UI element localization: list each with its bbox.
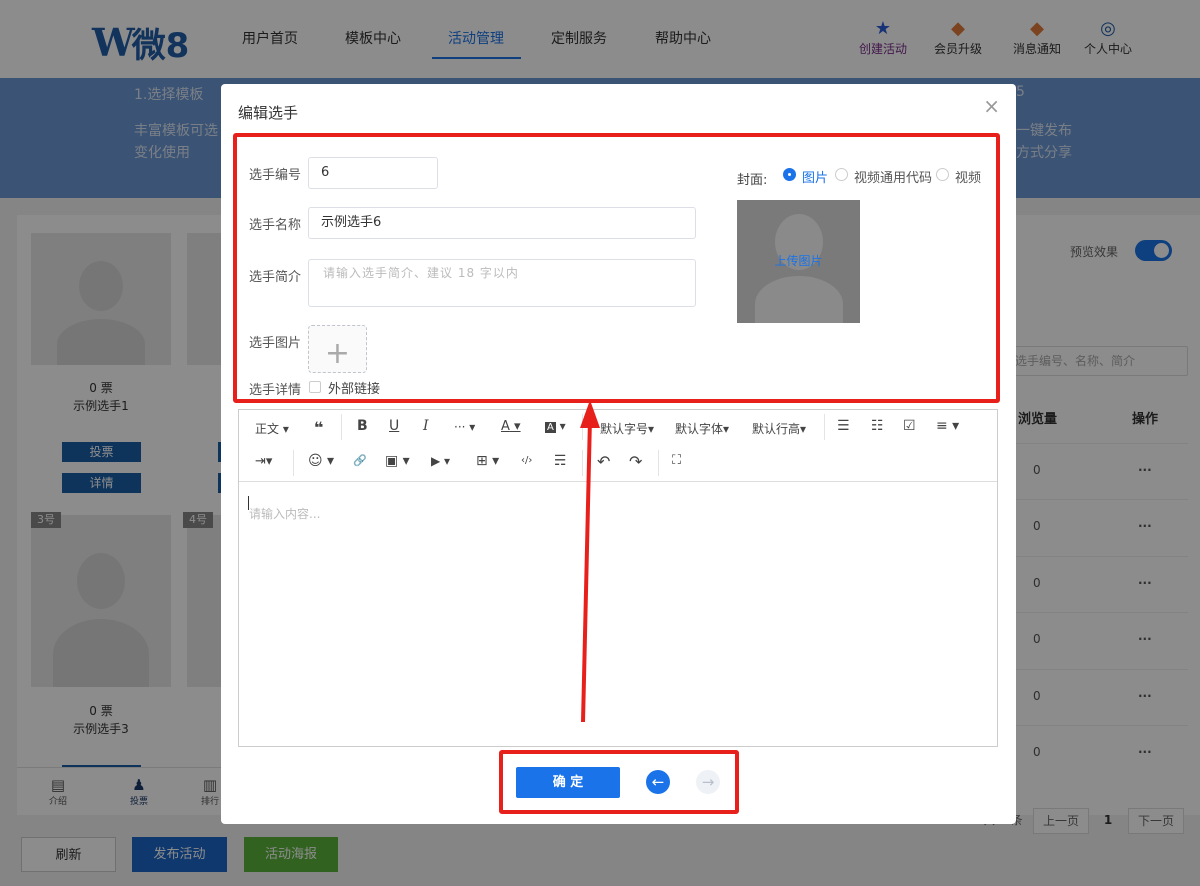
annotation-arrow — [580, 400, 600, 723]
